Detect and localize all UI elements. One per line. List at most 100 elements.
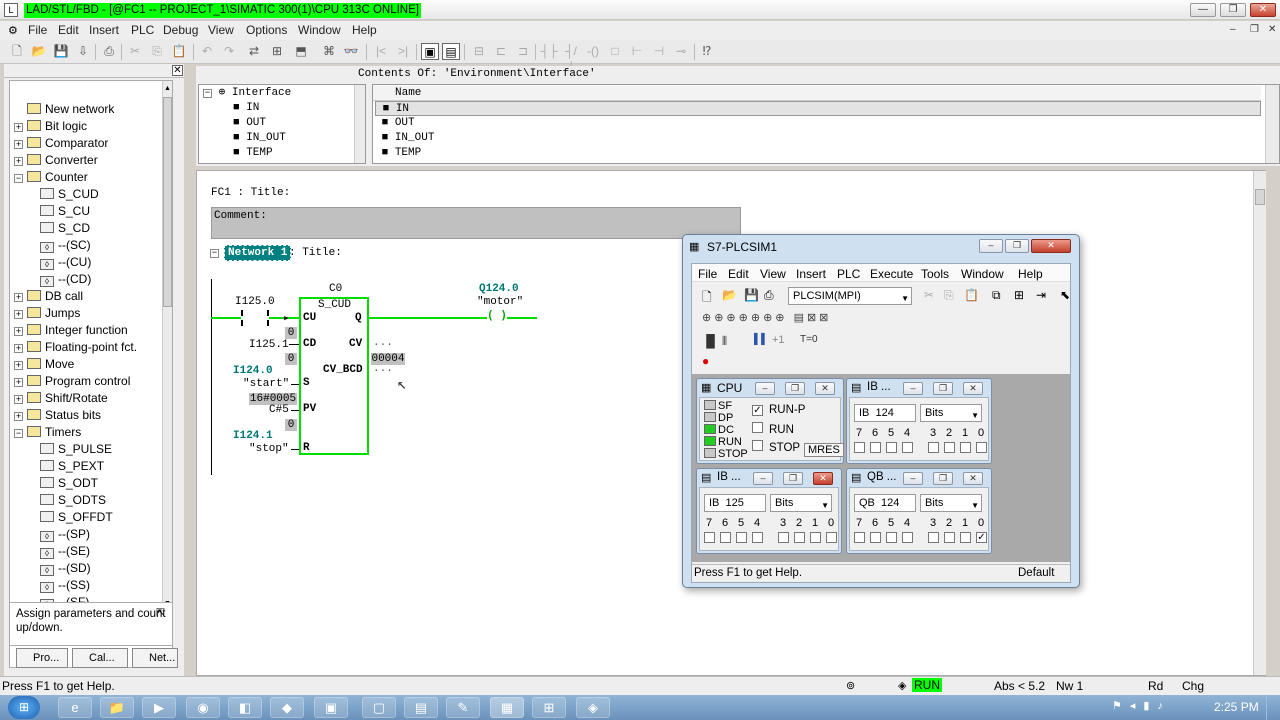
counter-name[interactable]: C0 [329,283,342,295]
bit-checkbox[interactable] [902,532,913,543]
maximize-button[interactable]: ❐ [1220,3,1246,17]
menu-view[interactable]: View [208,23,234,37]
plcsim-cycle-icon[interactable]: ⫴ [722,334,727,349]
module-address-field[interactable]: IB 125 [704,494,766,512]
chrome-taskbar-icon[interactable]: ◉ [186,697,220,718]
plcsim-menu-view[interactable]: View [760,267,786,281]
list-row-out[interactable]: ■ OUT [375,116,415,131]
plcsim-copy-icon[interactable]: ⎘ [944,288,954,303]
prev-network-icon[interactable]: |< [372,43,390,60]
plcsim-minimize-button[interactable]: – [979,239,1003,253]
cd-address[interactable]: I125.1 [249,339,289,351]
catalog-item[interactable]: S_CD [40,220,90,237]
close-button[interactable]: ✕ [1250,3,1276,17]
catalog-item[interactable]: − Counter [14,169,88,186]
module-close-button[interactable]: ✕ [963,382,983,395]
menu-help[interactable]: Help [352,23,377,37]
bit-checkbox[interactable] [854,532,865,543]
catalog-item[interactable]: − Timers [14,424,81,441]
close-branch-icon[interactable]: ⊐ [514,43,532,60]
interface-list-scrollbar[interactable] [1265,85,1279,163]
bit-checkbox[interactable] [736,532,747,543]
bit-checkbox[interactable] [870,532,881,543]
details-icon[interactable]: ▤ [442,43,460,60]
new-icon[interactable]: 🗋 [8,43,26,60]
save-icon[interactable]: 💾 [52,43,70,60]
plcsim-cascade-icon[interactable]: ⧉ [992,288,1001,303]
cu-contact[interactable] [241,310,269,326]
menu-edit[interactable]: Edit [58,23,79,37]
camera-taskbar-icon[interactable]: ▣ [314,697,348,718]
catalog-item[interactable]: S_OFFDT [40,509,113,526]
interface-tree-scrollbar[interactable] [354,85,365,163]
catalog-item[interactable]: ◊ --(SE) [40,543,90,560]
cu-address[interactable]: I125.0 [235,296,275,308]
connection-icon[interactable]: ⊸ [672,43,690,60]
paste-icon[interactable]: 📋 [170,43,188,60]
collapse-icon[interactable]: − [14,174,23,183]
module-address-field[interactable]: QB 124 [854,494,916,512]
catalog-item[interactable]: New network [14,101,114,118]
output-address[interactable]: Q124.0 [479,283,519,295]
cpu-mode-run[interactable]: RUN [752,422,794,436]
plcsim-menu-file[interactable]: File [698,267,717,281]
s-symbol[interactable]: "start" [243,378,289,390]
expand-icon[interactable]: + [14,395,23,404]
plcsim-cut-icon[interactable]: ✂ [924,288,934,302]
plcsim-next-scan-button[interactable]: +1 [772,334,785,346]
compare-icon[interactable]: ⊞ [268,43,286,60]
load-icon[interactable]: ⬒ [292,43,310,60]
catalog-item[interactable]: S_CU [40,203,90,220]
bit-checkbox[interactable] [944,532,955,543]
expand-icon[interactable]: + [14,378,23,387]
list-row-in[interactable]: ■ IN [375,101,1261,116]
plcsim-taskbar-icon[interactable]: ▦ [490,697,524,718]
catalog-item[interactable]: ◊ --(CD) [40,271,91,288]
cut-icon[interactable]: ✂ [126,43,144,60]
catalog-item[interactable]: + Converter [14,152,98,169]
plcsim-record-icon[interactable]: ● [702,354,709,368]
plcsim-menu-edit[interactable]: Edit [728,267,749,281]
catalog-item[interactable]: + Status bits [14,407,101,424]
plcsim-pin-icon[interactable]: ⇥ [1036,288,1046,302]
ie-taskbar-icon[interactable]: e [58,697,92,718]
pen-taskbar-icon[interactable]: ✎ [446,697,480,718]
interface-root[interactable]: − ⊕ Interface [203,86,291,101]
menu-window[interactable]: Window [298,23,341,37]
network-label[interactable]: Network 1 [224,245,292,261]
module-format-select[interactable]: Bits ▼ [920,404,982,422]
menu-plc[interactable]: PLC [131,23,154,37]
expand-icon[interactable]: + [14,157,23,166]
collapse-icon[interactable]: − [14,429,23,438]
list-header-name[interactable]: Name [373,86,1261,101]
app-taskbar-icon[interactable]: ◧ [228,697,262,718]
plcsim-menu-help[interactable]: Help [1018,267,1043,281]
module-minimize-button[interactable]: – [753,472,773,485]
download-icon[interactable]: ⇩ [74,43,92,60]
tree-item-in-out[interactable]: ■ IN_OUT [233,131,286,146]
copy-icon[interactable]: ⎘ [148,43,166,60]
catalog-item[interactable]: + DB call [14,288,83,305]
menu-file[interactable]: File [28,23,47,37]
module-maximize-button[interactable]: ❐ [783,472,803,485]
module-format-select[interactable]: Bits ▼ [920,494,982,512]
r-address[interactable]: I124.1 [233,430,273,442]
nc-contact-icon[interactable]: ┤/├ [562,43,580,75]
plcsim-new-icon[interactable]: 🗋 [702,288,712,309]
cpu-minimize-button[interactable]: – [755,382,775,395]
cpu-close-button[interactable]: ✕ [815,382,835,395]
cpu-maximize-button[interactable]: ❐ [785,382,805,395]
tab-networks[interactable]: Net... [132,648,178,668]
bit-checkbox[interactable] [794,532,805,543]
plcsim-pause-icon[interactable]: ▌▌ [754,334,768,345]
editor-scrollbar[interactable] [1253,171,1266,675]
catalog-item[interactable]: + Program control [14,373,130,390]
tray-icons[interactable]: ⚑◂▮♪ [1112,699,1171,712]
block-comment[interactable]: Comment: [211,207,741,239]
plcsim-menu-execute[interactable]: Execute [870,267,913,281]
expand-icon[interactable]: + [14,327,23,336]
close-branch-connection-icon[interactable]: ⊣ [650,43,668,60]
bit-checkbox[interactable] [886,532,897,543]
bit-checkbox[interactable] [886,442,897,453]
overview-icon[interactable]: ▣ [421,43,439,60]
